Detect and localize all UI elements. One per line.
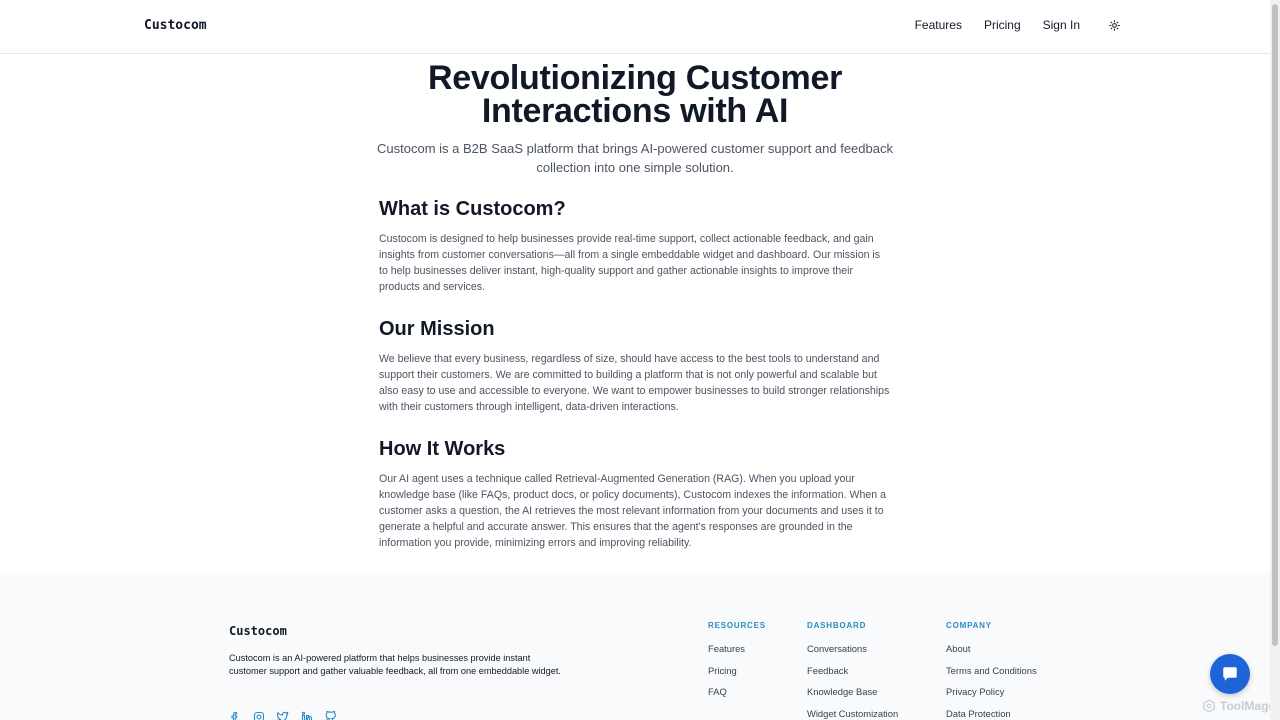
footer-link-widget-customization[interactable]: Widget Customization [807, 707, 898, 720]
site-header: Custocom Features Pricing Sign In [0, 0, 1270, 54]
footer-link-features[interactable]: Features [708, 642, 766, 655]
section-heading: What is Custocom? [379, 198, 566, 220]
footer-description: Custocom is an AI-powered platform that … [229, 653, 561, 676]
footer-column-title: RESOURCES [708, 621, 766, 630]
facebook-icon[interactable] [229, 710, 241, 720]
watermark-text: ToolMage [1220, 699, 1270, 713]
toolmage-logo-icon [1202, 699, 1216, 713]
chat-widget-button[interactable] [1210, 654, 1250, 694]
footer-column-title: DASHBOARD [807, 621, 867, 630]
section-heading: How It Works [379, 438, 506, 460]
footer-link-conversations[interactable]: Conversations [807, 642, 898, 655]
section-body: Our AI agent uses a technique called Ret… [379, 473, 886, 549]
sun-icon[interactable] [1106, 17, 1122, 33]
footer-link-faq[interactable]: FAQ [708, 685, 766, 698]
twitter-icon[interactable] [276, 710, 289, 720]
watermark: ToolMage [1202, 699, 1270, 713]
footer-link-about[interactable]: About [946, 642, 1037, 655]
chat-bubble-icon [1221, 665, 1239, 683]
footer-column-dashboard: DASHBOARD Conversations Feedback Knowled… [807, 621, 898, 720]
footer-brand[interactable]: Custocom [229, 624, 287, 638]
section-mission: Our Mission We believe that every busine… [379, 318, 891, 415]
footer-column-title: COMPANY [946, 621, 992, 630]
brand-logo[interactable]: Custocom [144, 18, 207, 33]
footer-column-company: COMPANY About Terms and Conditions Priva… [946, 621, 1037, 720]
page-scrollbar[interactable] [1270, 0, 1280, 720]
footer-link-feedback[interactable]: Feedback [807, 664, 898, 677]
section-what-is: What is Custocom? Custocom is designed t… [379, 198, 891, 295]
footer-link-knowledge-base[interactable]: Knowledge Base [807, 685, 898, 698]
scrollbar-thumb[interactable] [1272, 4, 1278, 646]
footer-column-resources: RESOURCES Features Pricing FAQ [708, 621, 766, 707]
nav-features-link[interactable]: Features [915, 18, 962, 32]
section-body: We believe that every business, regardle… [379, 353, 890, 413]
section-heading: Our Mission [379, 318, 495, 340]
site-footer: Custocom Custocom is an AI-powered platf… [0, 573, 1270, 720]
main-nav: Features Pricing Sign In [915, 17, 1122, 33]
footer-link-data-protection[interactable]: Data Protection [946, 707, 1037, 720]
nav-sign-in-link[interactable]: Sign In [1043, 18, 1080, 32]
social-links [229, 710, 337, 720]
nav-pricing-link[interactable]: Pricing [984, 18, 1021, 32]
section-how-it-works: How It Works Our AI agent uses a techniq… [379, 438, 891, 551]
linkedin-icon[interactable] [301, 710, 313, 720]
footer-link-pricing[interactable]: Pricing [708, 664, 766, 677]
hero-subtitle: Custocom is a B2B SaaS platform that bri… [377, 141, 893, 175]
github-icon[interactable] [325, 710, 337, 720]
footer-link-privacy[interactable]: Privacy Policy [946, 685, 1037, 698]
page: Custocom Features Pricing Sign In Revolu… [0, 0, 1270, 720]
section-body: Custocom is designed to help businesses … [379, 233, 881, 293]
instagram-icon[interactable] [253, 710, 265, 720]
footer-link-terms[interactable]: Terms and Conditions [946, 664, 1037, 677]
hero-title: Revolutionizing Customer Interactions wi… [427, 59, 843, 130]
